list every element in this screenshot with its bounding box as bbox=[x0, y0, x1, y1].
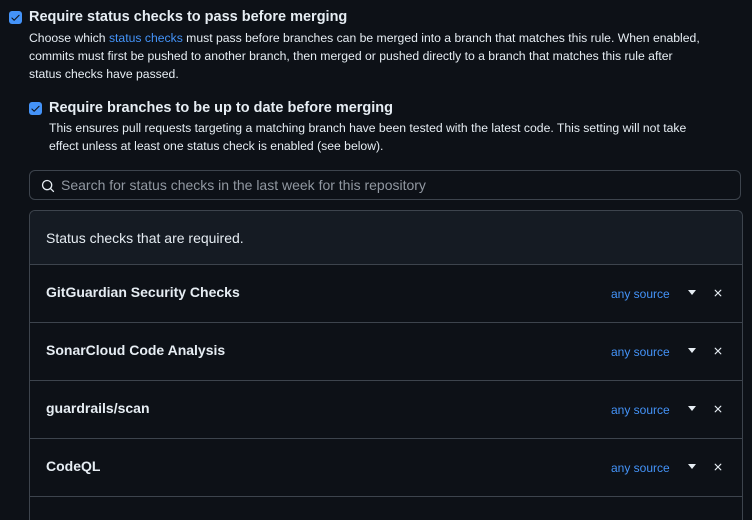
status-check-name: GitGuardian Security Checks bbox=[46, 284, 240, 300]
source-selector[interactable]: any source bbox=[611, 287, 670, 301]
close-icon[interactable] bbox=[712, 345, 724, 357]
triangle-down-icon[interactable] bbox=[688, 290, 696, 295]
status-checks-link[interactable]: status checks bbox=[109, 31, 183, 45]
require-up-to-date-description: This ensures pull requests targeting a m… bbox=[49, 119, 749, 155]
check-icon bbox=[11, 14, 20, 21]
require-status-checks-description: Choose which status checks must pass bef… bbox=[29, 29, 744, 83]
search-icon bbox=[41, 179, 55, 193]
require-status-checks-label[interactable]: Require status checks to pass before mer… bbox=[29, 9, 347, 25]
description-prefix: Choose which bbox=[29, 31, 109, 45]
status-check-name: SonarCloud Code Analysis bbox=[46, 342, 226, 358]
sub-description-line1: This ensures pull requests targeting a m… bbox=[49, 121, 687, 135]
description-line3: status checks have passed. bbox=[29, 67, 179, 81]
status-check-name: guardrails/scan bbox=[46, 400, 150, 416]
source-selector[interactable]: any source bbox=[611, 403, 670, 417]
close-icon[interactable] bbox=[712, 403, 724, 415]
status-check-name: CodeQL bbox=[46, 458, 101, 474]
source-selector[interactable]: any source bbox=[611, 345, 670, 359]
status-check-row: SonarCloud Code Analysis any source bbox=[30, 323, 742, 381]
require-up-to-date-checkbox[interactable] bbox=[29, 102, 42, 115]
triangle-down-icon[interactable] bbox=[688, 464, 696, 469]
triangle-down-icon[interactable] bbox=[688, 348, 696, 353]
status-check-search bbox=[29, 170, 741, 200]
description-line1-suffix: must pass before branches can be merged … bbox=[182, 31, 700, 45]
require-status-checks-checkbox[interactable] bbox=[9, 11, 22, 24]
source-selector[interactable]: any source bbox=[611, 461, 670, 475]
panel-header: Status checks that are required. bbox=[30, 211, 742, 265]
require-up-to-date-label[interactable]: Require branches to be up to date before… bbox=[49, 100, 393, 116]
close-icon[interactable] bbox=[712, 461, 724, 473]
status-check-row: CodeQL any source bbox=[30, 439, 742, 497]
sub-description-line2: effect unless at least one status check … bbox=[49, 139, 384, 153]
check-icon bbox=[31, 105, 40, 112]
search-input[interactable] bbox=[61, 171, 731, 199]
status-check-row: GitGuardian Security Checks any source bbox=[30, 265, 742, 323]
status-check-row: guardrails/scan any source bbox=[30, 381, 742, 439]
triangle-down-icon[interactable] bbox=[688, 406, 696, 411]
required-status-checks-panel: Status checks that are required. GitGuar… bbox=[29, 210, 743, 520]
close-icon[interactable] bbox=[712, 287, 724, 299]
description-line2: commits must first be pushed to another … bbox=[29, 49, 673, 63]
